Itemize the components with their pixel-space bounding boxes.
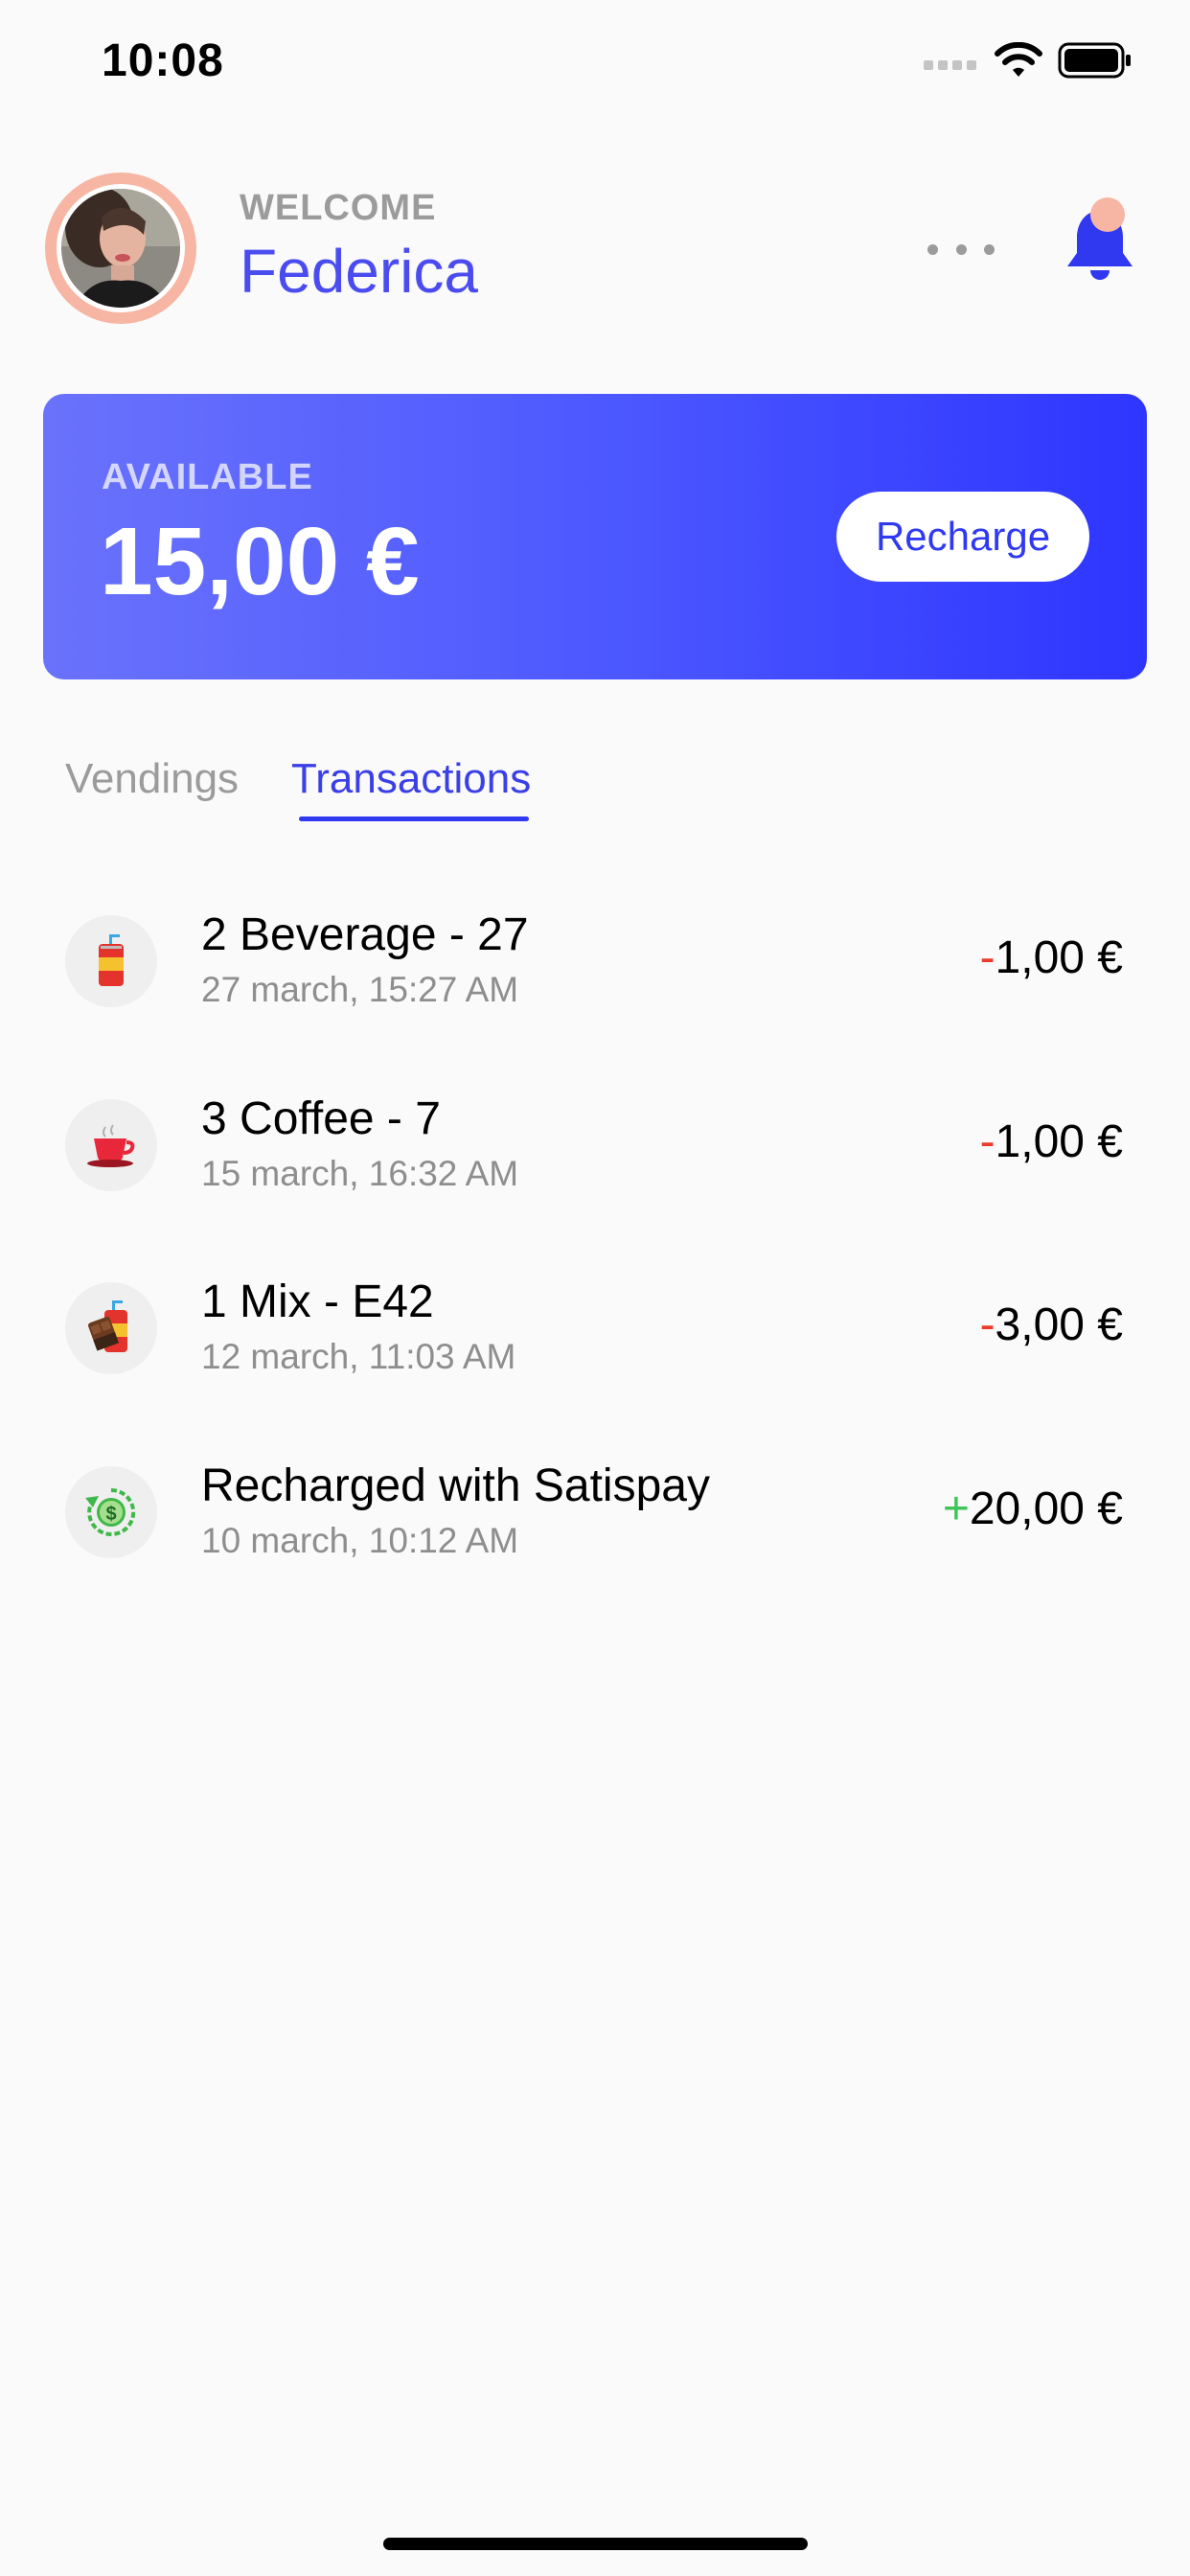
avatar-border — [57, 184, 185, 312]
more-dot-icon — [955, 243, 967, 255]
wifi-icon — [995, 42, 1042, 77]
svg-text:$: $ — [105, 1504, 116, 1525]
home-indicator[interactable] — [383, 2538, 808, 2550]
amount-value: 20,00 € — [969, 1484, 1123, 1534]
transaction-amount: -1,00 € — [980, 932, 1123, 984]
coffee-cup-icon — [65, 1099, 157, 1191]
amount-sign: + — [942, 1484, 970, 1534]
transaction-date: 12 march, 11:03 AM — [201, 1337, 516, 1376]
transaction-title: 2 Beverage - 27 — [201, 909, 529, 960]
more-dot-icon — [927, 243, 938, 255]
balance-amount: 15,00 € — [100, 508, 420, 615]
transaction-date: 27 march, 15:27 AM — [201, 970, 519, 1009]
transaction-title: 1 Mix - E42 — [201, 1276, 434, 1327]
battery-icon — [1058, 42, 1131, 79]
transaction-row[interactable]: 1 Mix - E42 12 march, 11:03 AM -3,00 € — [0, 1256, 1190, 1400]
amount-sign: - — [979, 932, 995, 983]
transaction-title: Recharged with Satispay — [201, 1460, 710, 1511]
transaction-date: 10 march, 10:12 AM — [201, 1521, 519, 1560]
status-icons — [924, 42, 1133, 79]
avatar[interactable] — [45, 172, 196, 324]
notifications-button[interactable] — [1060, 192, 1146, 288]
amount-sign: - — [979, 1300, 995, 1350]
user-name: Federica — [240, 237, 478, 306]
beverage-can-icon — [65, 915, 157, 1007]
balance-card: AVAILABLE 15,00 € Recharge — [43, 394, 1147, 679]
tab-vendings[interactable]: Vendings — [65, 755, 239, 803]
mix-snack-icon — [65, 1282, 157, 1374]
transaction-amount: -1,00 € — [980, 1116, 1123, 1168]
more-options-button[interactable] — [927, 230, 995, 268]
available-label: AVAILABLE — [102, 457, 313, 497]
profile-photo-icon — [61, 189, 180, 308]
transaction-amount: +20,00 € — [943, 1483, 1123, 1535]
status-time: 10:08 — [102, 35, 224, 86]
avatar-photo — [61, 189, 180, 308]
amount-value: 1,00 € — [995, 1116, 1123, 1167]
transaction-title: 3 Coffee - 7 — [201, 1093, 441, 1144]
bell-icon — [1067, 197, 1133, 280]
recharge-button[interactable]: Recharge — [836, 492, 1089, 582]
transaction-row[interactable]: 2 Beverage - 27 27 march, 15:27 AM -1,00… — [0, 889, 1190, 1033]
status-bar: 10:08 — [0, 0, 1190, 125]
active-tab-indicator — [299, 816, 529, 821]
transaction-row[interactable]: 3 Coffee - 7 15 march, 16:32 AM -1,00 € — [0, 1073, 1190, 1217]
welcome-label: WELCOME — [240, 188, 437, 228]
recharge-dollar-icon: $ — [65, 1466, 157, 1558]
transaction-date: 15 march, 16:32 AM — [201, 1154, 519, 1193]
transaction-amount: -3,00 € — [980, 1299, 1123, 1351]
signal-icon — [924, 60, 976, 70]
wallet-screen: 10:08 WELCOME Federica AVAILABLE 15,00 €… — [0, 0, 1190, 2576]
transaction-row[interactable]: $ Recharged with Satispay 10 march, 10:1… — [0, 1440, 1190, 1584]
amount-sign: - — [979, 1116, 995, 1167]
more-dot-icon — [984, 243, 995, 255]
amount-value: 3,00 € — [995, 1300, 1123, 1350]
amount-value: 1,00 € — [995, 932, 1123, 983]
tab-transactions[interactable]: Transactions — [291, 755, 531, 803]
